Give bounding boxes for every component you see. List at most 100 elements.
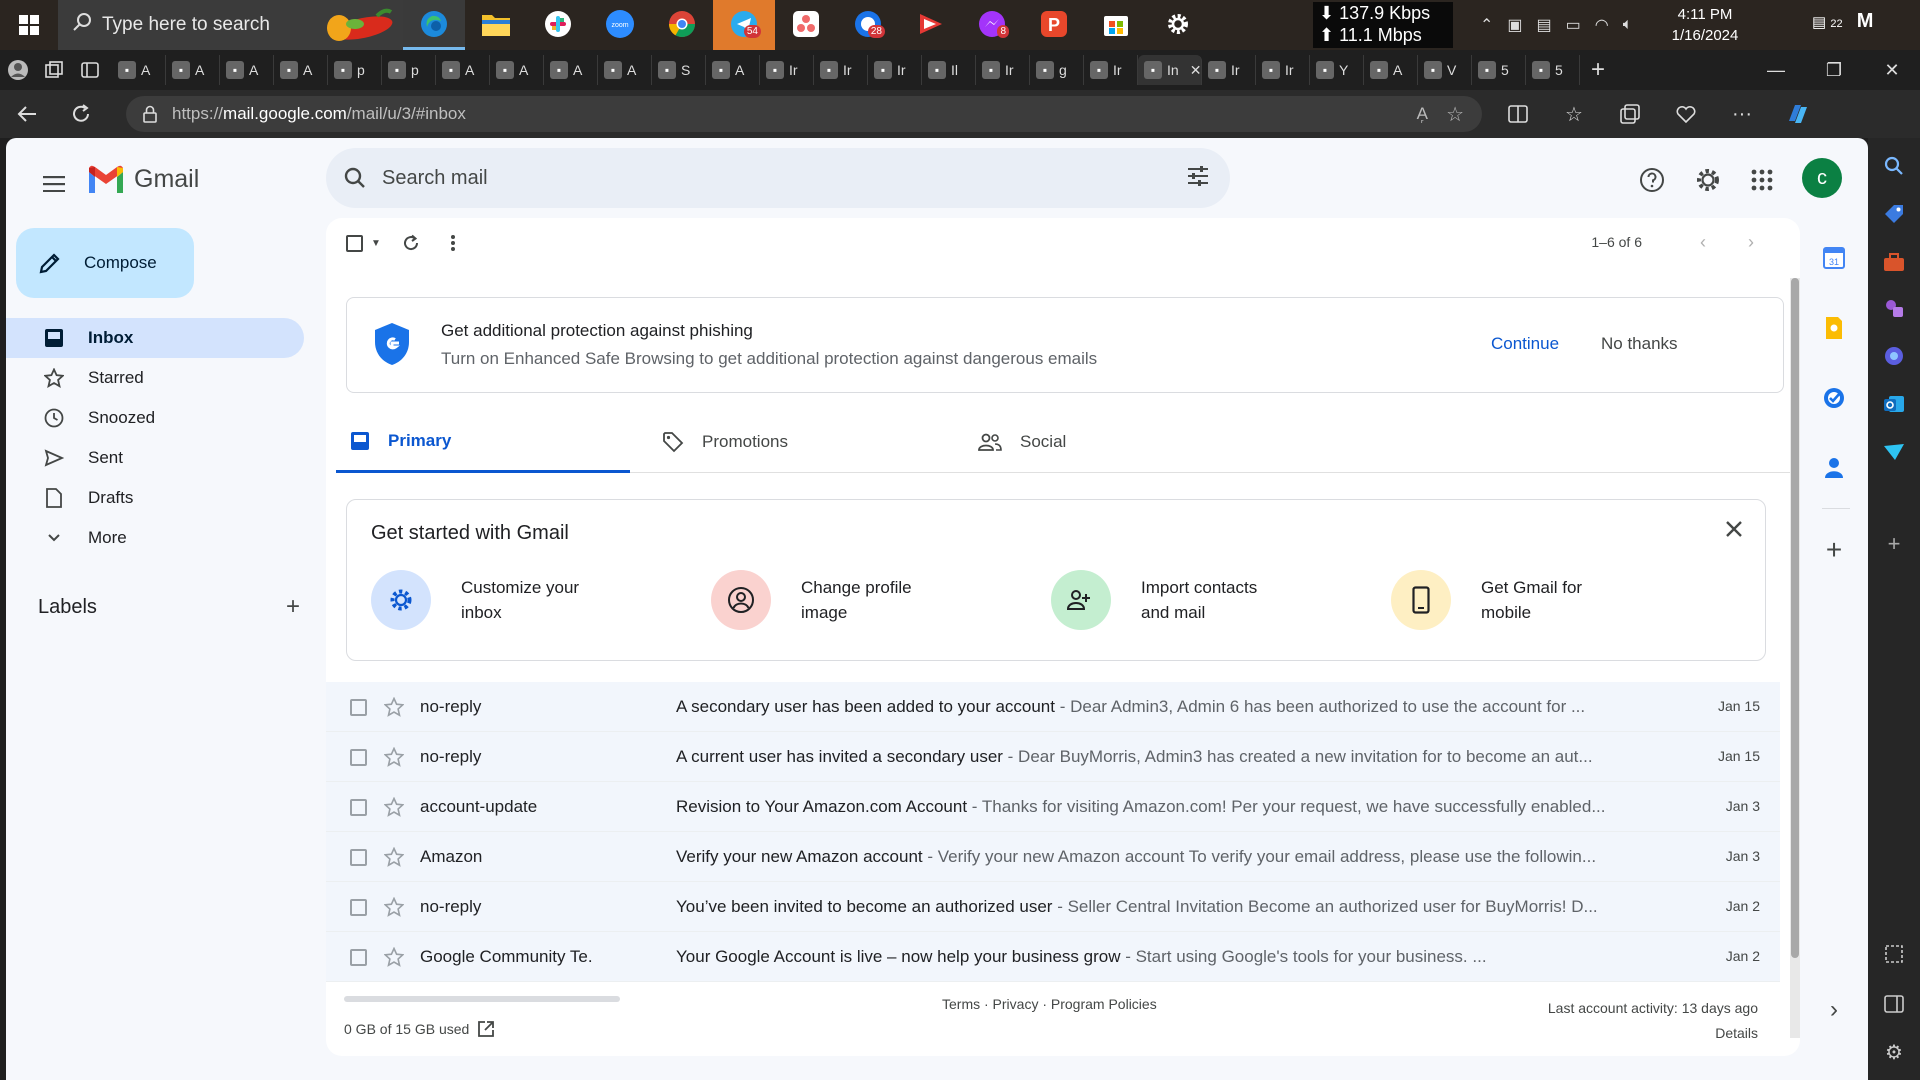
browser-tab[interactable]: ▪ g bbox=[1030, 55, 1084, 85]
newer-page-chevron-icon[interactable]: ‹ bbox=[1700, 232, 1706, 253]
support-help-button[interactable] bbox=[1632, 160, 1672, 200]
tray-device-icon[interactable]: ▣ bbox=[1507, 15, 1522, 35]
battery-icon[interactable]: ▭ bbox=[1566, 15, 1581, 35]
open-external-icon[interactable] bbox=[477, 1020, 495, 1038]
banner-no-thanks-button[interactable]: No thanks bbox=[1601, 334, 1678, 354]
taskbar-settings-app[interactable] bbox=[1147, 0, 1209, 50]
taskbar-asana-app[interactable] bbox=[775, 0, 837, 50]
email-checkbox[interactable] bbox=[350, 699, 367, 716]
browser-tab[interactable]: ▪ A bbox=[1364, 55, 1418, 85]
email-row[interactable]: no-reply You’ve been invited to become an… bbox=[326, 882, 1780, 932]
browser-tab[interactable]: ▪ A bbox=[490, 55, 544, 85]
sidebar-tools-icon[interactable] bbox=[1880, 248, 1908, 276]
browser-tab[interactable]: ▪ Ir bbox=[868, 55, 922, 85]
search-options-tune-icon[interactable] bbox=[1186, 164, 1210, 188]
sidebar-item-sent[interactable]: Sent bbox=[6, 438, 304, 478]
create-label-plus-icon[interactable]: + bbox=[286, 593, 300, 621]
browser-tab[interactable]: ▪ V bbox=[1418, 55, 1472, 85]
browser-tab[interactable]: ▪ A bbox=[706, 55, 760, 85]
sidebar-outlook-icon[interactable] bbox=[1880, 390, 1908, 418]
refresh-button[interactable] bbox=[54, 90, 108, 138]
sidebar-search-icon[interactable] bbox=[1880, 152, 1908, 180]
back-button[interactable] bbox=[0, 90, 54, 138]
tab-actions-icon[interactable] bbox=[72, 50, 108, 90]
browser-tab[interactable]: ▪ A bbox=[166, 55, 220, 85]
browser-tab[interactable]: ▪ 5 bbox=[1526, 55, 1580, 85]
sidebar-item-snoozed[interactable]: Snoozed bbox=[6, 398, 304, 438]
sidebar-item-inbox[interactable]: Inbox bbox=[6, 318, 304, 358]
taskbar-search-box[interactable]: Type here to search bbox=[58, 0, 403, 50]
tab-social[interactable]: Social bbox=[968, 411, 1066, 473]
profile-avatar-icon[interactable] bbox=[0, 50, 36, 90]
taskbar-chrome-app[interactable] bbox=[651, 0, 713, 50]
favorite-star-icon[interactable]: ☆ bbox=[1446, 102, 1464, 127]
settings-button[interactable] bbox=[1688, 160, 1728, 200]
star-icon[interactable] bbox=[383, 896, 405, 922]
more-menu-icon[interactable]: ··· bbox=[1714, 90, 1770, 138]
copilot-m-icon[interactable]: M bbox=[1857, 10, 1874, 32]
keep-icon[interactable] bbox=[1816, 310, 1852, 346]
tray-display-icon[interactable]: ▤ bbox=[1537, 15, 1552, 35]
tab-primary[interactable]: Primary bbox=[336, 411, 630, 473]
google-apps-button[interactable] bbox=[1742, 160, 1782, 200]
customize-inbox-card[interactable]: Customize your inbox bbox=[371, 570, 611, 630]
sidebar-item-drafts[interactable]: Drafts bbox=[6, 478, 304, 518]
tray-overflow-chevron-icon[interactable]: ⌃ bbox=[1480, 15, 1493, 35]
footer-policy-links[interactable]: Terms · Privacy · Program Policies bbox=[942, 996, 1157, 1012]
main-menu-button[interactable] bbox=[34, 164, 74, 204]
mail-scrollbar[interactable] bbox=[1790, 278, 1800, 1038]
browser-tab[interactable]: ▪ Ir bbox=[760, 55, 814, 85]
browser-tab[interactable]: ▪ A bbox=[436, 55, 490, 85]
email-row[interactable]: no-reply A current user has invited a sec… bbox=[326, 732, 1780, 782]
browser-tab[interactable]: ▪ A bbox=[220, 55, 274, 85]
browser-tab[interactable]: ▪ Y bbox=[1310, 55, 1364, 85]
taskbar-file-explorer-app[interactable] bbox=[465, 0, 527, 50]
star-icon[interactable] bbox=[383, 946, 405, 972]
taskbar-slack-app[interactable] bbox=[527, 0, 589, 50]
select-all-checkbox[interactable]: ▼ bbox=[346, 230, 381, 256]
sidebar-games-icon[interactable] bbox=[1880, 294, 1908, 322]
email-row[interactable]: Google Community Te. Your Google Account … bbox=[326, 932, 1780, 982]
change-profile-image-card[interactable]: Change profile image bbox=[711, 570, 951, 630]
star-icon[interactable] bbox=[383, 746, 405, 772]
taskbar-zoom-app[interactable]: zoom bbox=[589, 0, 651, 50]
browser-tab[interactable]: ▪ p bbox=[328, 55, 382, 85]
tab-promotions[interactable]: Promotions bbox=[652, 411, 788, 473]
gmail-logo[interactable]: Gmail bbox=[86, 164, 199, 194]
notification-center-button[interactable]: ▤ 22 M bbox=[1812, 10, 1873, 33]
taskbar-app-28[interactable]: 28 bbox=[837, 0, 899, 50]
minimize-button[interactable]: — bbox=[1748, 50, 1804, 90]
email-checkbox[interactable] bbox=[350, 899, 367, 916]
browser-tab[interactable]: ▪ A bbox=[544, 55, 598, 85]
browser-tab[interactable]: ▪ A bbox=[112, 55, 166, 85]
wifi-icon[interactable]: ◠ bbox=[1595, 15, 1609, 35]
search-mail-box[interactable]: Search mail bbox=[326, 148, 1230, 208]
sidebar-drop-icon[interactable] bbox=[1880, 438, 1908, 466]
star-icon[interactable] bbox=[383, 796, 405, 822]
taskbar-clock[interactable]: 4:11 PM 1/16/2024 bbox=[1665, 4, 1745, 46]
read-aloud-icon[interactable]: A᷊ bbox=[1417, 104, 1428, 124]
email-checkbox[interactable] bbox=[350, 749, 367, 766]
restore-button[interactable]: ❐ bbox=[1806, 50, 1862, 90]
browser-tab[interactable]: ▪ p bbox=[382, 55, 436, 85]
split-screen-icon[interactable] bbox=[1490, 90, 1546, 138]
sidebar-layout-icon[interactable] bbox=[1880, 990, 1908, 1018]
email-checkbox[interactable] bbox=[350, 799, 367, 816]
select-dropdown-caret-icon[interactable]: ▼ bbox=[371, 238, 381, 249]
get-started-close-icon[interactable] bbox=[1725, 520, 1743, 543]
browser-tab[interactable]: ▪ Ir bbox=[976, 55, 1030, 85]
address-bar[interactable]: https://mail.google.com/mail/u/3/#inbox … bbox=[126, 96, 1482, 132]
browser-tab[interactable]: ▪ Il bbox=[922, 55, 976, 85]
older-page-chevron-icon[interactable]: › bbox=[1748, 232, 1754, 253]
account-avatar[interactable]: c bbox=[1802, 158, 1842, 198]
browser-essentials-icon[interactable] bbox=[1658, 90, 1714, 138]
tasks-icon[interactable] bbox=[1816, 380, 1852, 416]
star-icon[interactable] bbox=[383, 696, 405, 722]
sidebar-add-icon[interactable]: + bbox=[1880, 530, 1908, 558]
browser-tab[interactable]: ▪ Ir bbox=[814, 55, 868, 85]
sidebar-item-more[interactable]: More bbox=[6, 518, 304, 558]
browser-tab[interactable]: ▪ S bbox=[652, 55, 706, 85]
workspaces-icon[interactable] bbox=[36, 50, 72, 90]
new-tab-button[interactable]: + bbox=[1580, 50, 1616, 90]
browser-tab[interactable]: ▪ Ir bbox=[1084, 55, 1138, 85]
